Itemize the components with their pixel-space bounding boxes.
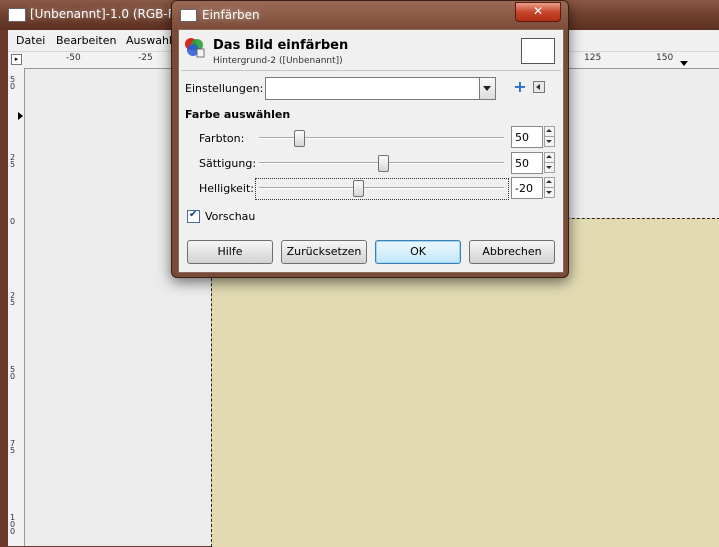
menu-bearbeiten[interactable]: Bearbeiten bbox=[56, 34, 116, 47]
saturation-slider[interactable] bbox=[259, 155, 504, 172]
cancel-button[interactable]: Abbrechen bbox=[469, 240, 555, 264]
ok-button[interactable]: OK bbox=[375, 240, 461, 264]
layer-preview-thumbnail bbox=[521, 38, 555, 64]
ruler-v-label: 0 bbox=[10, 217, 16, 226]
dialog-header-title: Das Bild einfärben bbox=[213, 38, 349, 53]
hue-label: Farbton: bbox=[199, 132, 245, 145]
lightness-spinbox[interactable]: -20 bbox=[511, 177, 543, 199]
saturation-spinbox[interactable]: 50 bbox=[511, 152, 543, 174]
spin-down-icon[interactable] bbox=[544, 136, 555, 147]
help-button[interactable]: Hilfe bbox=[187, 240, 273, 264]
dialog-titlebar[interactable]: Einfärben ✕ bbox=[172, 1, 568, 29]
colorize-tool-icon bbox=[185, 38, 205, 58]
saturation-spin-arrows[interactable] bbox=[544, 152, 555, 173]
preview-checkbox[interactable] bbox=[187, 209, 200, 223]
add-preset-button[interactable]: + bbox=[513, 79, 527, 95]
preset-menu-icon[interactable] bbox=[533, 81, 545, 93]
hue-spin-arrows[interactable] bbox=[544, 126, 555, 147]
preview-label[interactable]: Vorschau bbox=[205, 210, 255, 223]
lightness-label: Helligkeit: bbox=[199, 182, 255, 195]
ruler-h-label: 150 bbox=[656, 53, 674, 63]
colorize-dialog: Einfärben ✕ Das Bild einfärben Hintergru… bbox=[171, 0, 569, 278]
hue-value: 50 bbox=[515, 131, 529, 144]
ruler-v-label: 25 bbox=[10, 291, 16, 307]
ruler-h-label: -50 bbox=[66, 53, 81, 63]
settings-combobox[interactable] bbox=[265, 77, 496, 100]
lightness-value: -20 bbox=[515, 182, 533, 195]
saturation-label: Sättigung: bbox=[199, 157, 257, 170]
image-window-title: [Unbenannt]-1.0 (RGB-Farb bbox=[30, 7, 194, 21]
saturation-value: 50 bbox=[515, 157, 529, 170]
window-icon bbox=[8, 8, 26, 22]
focus-ring bbox=[255, 178, 509, 200]
settings-label: Einstellungen: bbox=[185, 82, 264, 95]
ruler-v-label: 50 bbox=[10, 75, 16, 91]
ruler-h-label: 125 bbox=[584, 53, 602, 63]
dialog-header-subtitle: Hintergrund-2 ([Unbenannt]) bbox=[213, 56, 343, 66]
chevron-down-icon[interactable] bbox=[479, 78, 495, 99]
spin-down-icon[interactable] bbox=[544, 187, 555, 198]
menu-datei[interactable]: Datei bbox=[16, 34, 45, 47]
hue-slider[interactable] bbox=[259, 130, 504, 147]
ruler-h-label: -25 bbox=[138, 53, 153, 63]
window-icon bbox=[180, 9, 197, 22]
saturation-slider-handle[interactable] bbox=[377, 155, 389, 172]
ruler-v-label: 75 bbox=[10, 439, 16, 455]
ruler-v-label: 100 bbox=[10, 513, 16, 536]
hue-spinbox[interactable]: 50 bbox=[511, 126, 543, 148]
hue-slider-handle[interactable] bbox=[294, 130, 306, 147]
spin-down-icon[interactable] bbox=[544, 162, 555, 173]
ruler-v-label: 50 bbox=[10, 365, 16, 381]
vertical-ruler[interactable]: 50 25 0 25 50 75 100 bbox=[8, 68, 25, 546]
dialog-title: Einfärben bbox=[202, 8, 260, 22]
reset-button[interactable]: Zurücksetzen bbox=[281, 240, 367, 264]
close-button[interactable]: ✕ bbox=[515, 2, 561, 22]
lightness-spin-arrows[interactable] bbox=[544, 177, 555, 198]
ruler-menu-icon[interactable]: ▸ bbox=[11, 54, 22, 65]
menu-auswahl[interactable]: Auswahl bbox=[126, 34, 172, 47]
section-title: Farbe auswählen bbox=[185, 108, 291, 121]
ruler-pointer-marker-icon bbox=[18, 112, 23, 120]
ruler-pointer-marker-icon bbox=[680, 61, 688, 66]
ruler-v-label: 25 bbox=[10, 153, 16, 169]
header-divider bbox=[181, 70, 561, 71]
dialog-body: Das Bild einfärben Hintergrund-2 ([Unben… bbox=[178, 29, 564, 273]
